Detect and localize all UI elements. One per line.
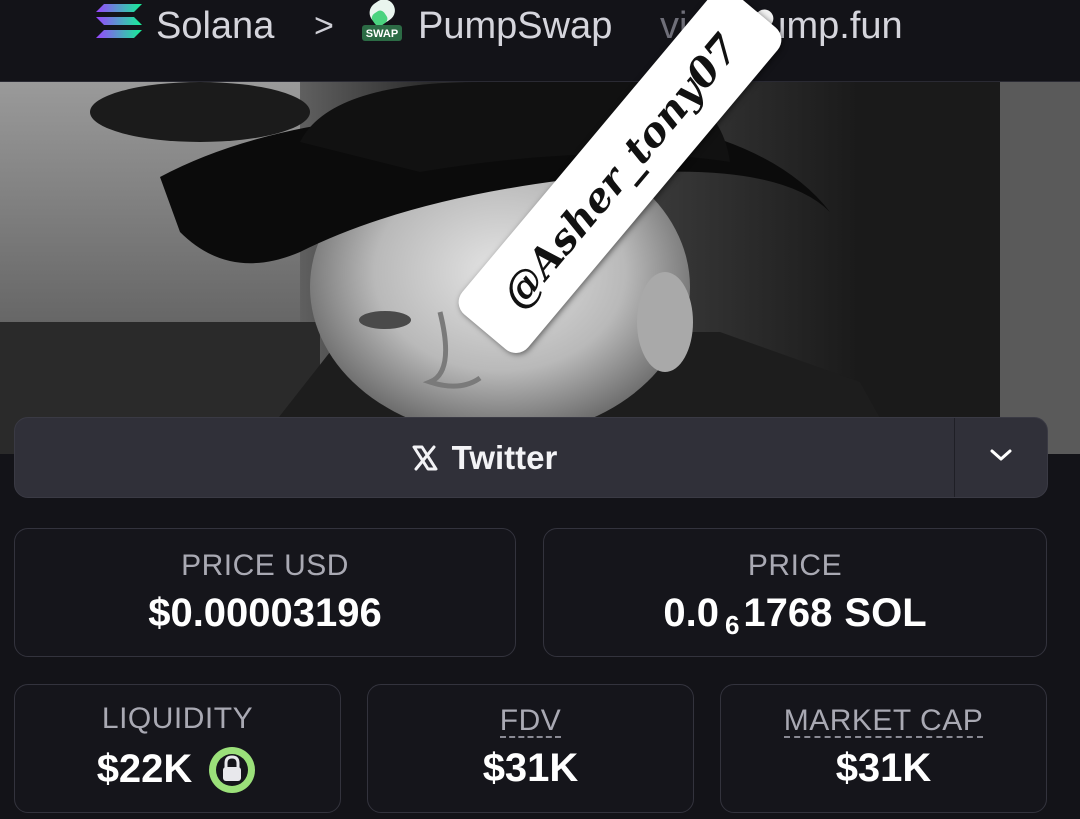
breadcrumb-separator: > <box>314 6 334 45</box>
social-dropdown-button[interactable] <box>954 418 1047 497</box>
price-prefix: 0.0 <box>663 591 719 635</box>
liquidity-value: $22K <box>96 747 193 791</box>
price-native-label: PRICE <box>747 549 843 582</box>
market-cap-value: $31K <box>835 746 932 790</box>
market-cap-label[interactable]: MARKET CAP <box>783 706 984 738</box>
pumpswap-logo-icon: SWAP <box>360 0 404 53</box>
liquidity-value-row: $22K <box>97 744 259 796</box>
liquidity-label: LIQUIDITY <box>101 701 254 735</box>
price-digits: 1768 <box>743 591 833 635</box>
price-native-value: 0.0 6 1768 SOL <box>663 591 927 640</box>
price-unit: SOL <box>844 591 927 635</box>
fdv-label[interactable]: FDV <box>499 706 562 738</box>
breadcrumb-chain[interactable]: Solana <box>96 3 274 49</box>
price-usd-value: $0.00003196 <box>148 591 382 635</box>
fdv-value: $31K <box>482 746 579 790</box>
lock-icon[interactable] <box>206 744 258 796</box>
liquidity-card: LIQUIDITY $22K <box>14 684 341 813</box>
price-usd-card: PRICE USD $0.00003196 <box>14 528 516 657</box>
fdv-card: FDV $31K <box>367 684 694 813</box>
price-zero-count: 6 <box>724 610 740 640</box>
svg-text:SWAP: SWAP <box>366 28 398 40</box>
twitter-button[interactable]: Twitter <box>15 418 954 497</box>
breadcrumb-dex-label: PumpSwap <box>418 4 613 47</box>
breadcrumb-chain-label: Solana <box>156 4 275 47</box>
breadcrumb-dex[interactable]: SWAP PumpSwap <box>360 0 613 49</box>
x-logo-icon <box>412 445 438 471</box>
price-usd-label: PRICE USD <box>181 549 349 582</box>
chevron-down-icon <box>989 447 1013 468</box>
social-links-bar: Twitter <box>14 417 1048 498</box>
breadcrumb: Solana > SWAP PumpSwap via Pump.fun <box>0 0 1080 82</box>
market-cap-card: MARKET CAP $31K <box>720 684 1047 813</box>
price-native-card: PRICE 0.0 6 1768 SOL <box>543 528 1047 657</box>
twitter-button-label: Twitter <box>451 438 558 476</box>
solana-logo-icon <box>96 2 142 50</box>
